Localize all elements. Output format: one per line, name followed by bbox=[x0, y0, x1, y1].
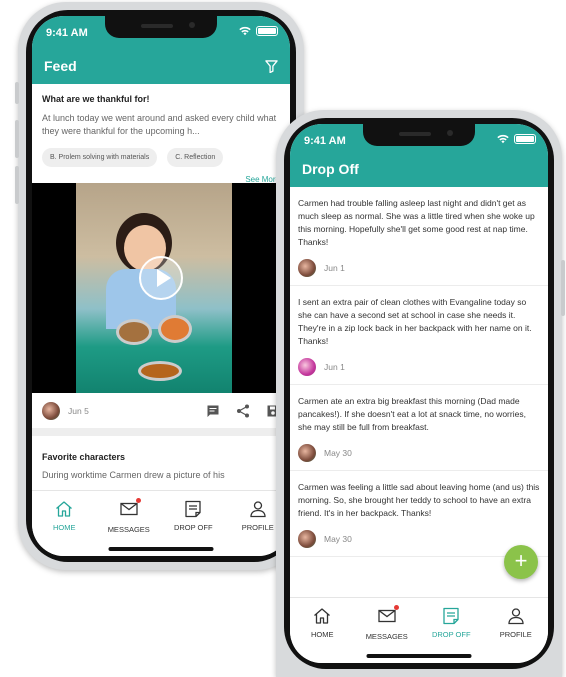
wifi-icon bbox=[497, 134, 509, 144]
dropoff-phone: Drop Off 9:41 AM Carmen had trouble fall… bbox=[276, 110, 565, 677]
unread-badge bbox=[393, 605, 399, 610]
note-list: Carmen had trouble falling asleep last n… bbox=[290, 187, 548, 557]
notch bbox=[105, 16, 217, 38]
tag-chip[interactable]: C. Reflection bbox=[167, 148, 224, 167]
person-icon bbox=[508, 608, 524, 625]
play-icon[interactable] bbox=[139, 256, 183, 300]
home-icon bbox=[314, 608, 331, 624]
home-indicator bbox=[366, 654, 472, 658]
note-date: May 30 bbox=[324, 534, 352, 544]
list-item[interactable]: Carmen was feeling a little sad about le… bbox=[290, 471, 548, 557]
share-icon[interactable] bbox=[236, 404, 250, 418]
note-text: Carmen had trouble falling asleep last n… bbox=[298, 198, 535, 247]
post-body: At lunch today we went around and asked … bbox=[42, 113, 277, 136]
comment-icon[interactable] bbox=[206, 404, 220, 418]
note-date: Jun 1 bbox=[324, 263, 345, 273]
battery-icon bbox=[256, 26, 278, 36]
avatar bbox=[298, 530, 316, 548]
post-body: During worktime Carmen drew a picture of… bbox=[42, 470, 225, 480]
feed-screen: Feed 9:41 AM What are we thankful for! A… bbox=[32, 16, 290, 556]
volume-up-button bbox=[15, 120, 19, 158]
avatar bbox=[298, 444, 316, 462]
page-title: Feed bbox=[44, 58, 77, 74]
person-icon bbox=[250, 501, 266, 518]
tab-label: HOME bbox=[311, 630, 334, 639]
post-title: What are we thankful for! bbox=[42, 94, 150, 104]
tab-profile[interactable]: PROFILE bbox=[484, 598, 549, 663]
tab-label: DROP OFF bbox=[431, 630, 471, 639]
post-title: Favorite characters bbox=[42, 452, 126, 462]
video-player[interactable] bbox=[32, 183, 290, 393]
volume-down-button bbox=[15, 166, 19, 204]
tab-label: PROFILE bbox=[241, 523, 274, 532]
side-button bbox=[15, 82, 19, 104]
home-indicator bbox=[108, 547, 214, 551]
tag-chip[interactable]: B. Prolem solving with materials bbox=[42, 148, 158, 167]
note-text: Carmen ate an extra big breakfast this m… bbox=[298, 396, 526, 432]
note-date: May 30 bbox=[324, 448, 352, 458]
feed-phone: Feed 9:41 AM What are we thankful for! A… bbox=[15, 2, 304, 570]
wifi-icon bbox=[239, 26, 251, 36]
notch bbox=[363, 124, 475, 146]
avatar bbox=[298, 259, 316, 277]
battery-icon bbox=[514, 134, 536, 144]
note-date: Jun 1 bbox=[324, 362, 345, 372]
avatar bbox=[298, 358, 316, 376]
list-item[interactable]: Carmen had trouble falling asleep last n… bbox=[290, 187, 548, 286]
tab-label: DROP OFF bbox=[173, 523, 213, 532]
avatar bbox=[42, 401, 60, 420]
post-card[interactable]: Favorite characters During worktime Carm… bbox=[32, 452, 290, 480]
list-item[interactable]: I sent an extra pair of clean clothes wi… bbox=[290, 286, 548, 385]
tab-label: MESSAGES bbox=[107, 525, 150, 534]
tab-home[interactable]: HOME bbox=[290, 598, 355, 663]
note-text: I sent an extra pair of clean clothes wi… bbox=[298, 297, 532, 346]
status-time: 9:41 AM bbox=[46, 27, 88, 39]
page-title: Drop Off bbox=[302, 161, 359, 177]
tab-label: MESSAGES bbox=[365, 632, 408, 641]
unread-badge bbox=[135, 498, 141, 503]
post-card[interactable]: What are we thankful for! At lunch today… bbox=[32, 84, 290, 184]
tab-label: HOME bbox=[53, 523, 76, 532]
tab-home[interactable]: HOME bbox=[32, 491, 97, 556]
note-text: Carmen was feeling a little sad about le… bbox=[298, 482, 540, 518]
add-note-button[interactable]: + bbox=[504, 545, 538, 579]
tab-label: PROFILE bbox=[499, 630, 532, 639]
side-button bbox=[561, 260, 565, 316]
status-time: 9:41 AM bbox=[304, 135, 346, 147]
post-meta-bar: Jun 5 bbox=[32, 393, 290, 436]
post-date: Jun 5 bbox=[68, 405, 89, 416]
dropoff-screen: Drop Off 9:41 AM Carmen had trouble fall… bbox=[290, 124, 548, 663]
note-icon bbox=[443, 607, 459, 625]
home-icon bbox=[56, 501, 73, 517]
filter-icon[interactable] bbox=[265, 60, 278, 73]
list-item[interactable]: Carmen ate an extra big breakfast this m… bbox=[290, 385, 548, 471]
note-icon bbox=[185, 500, 201, 518]
tag-list: B. Prolem solving with materials C. Refl… bbox=[42, 148, 280, 167]
